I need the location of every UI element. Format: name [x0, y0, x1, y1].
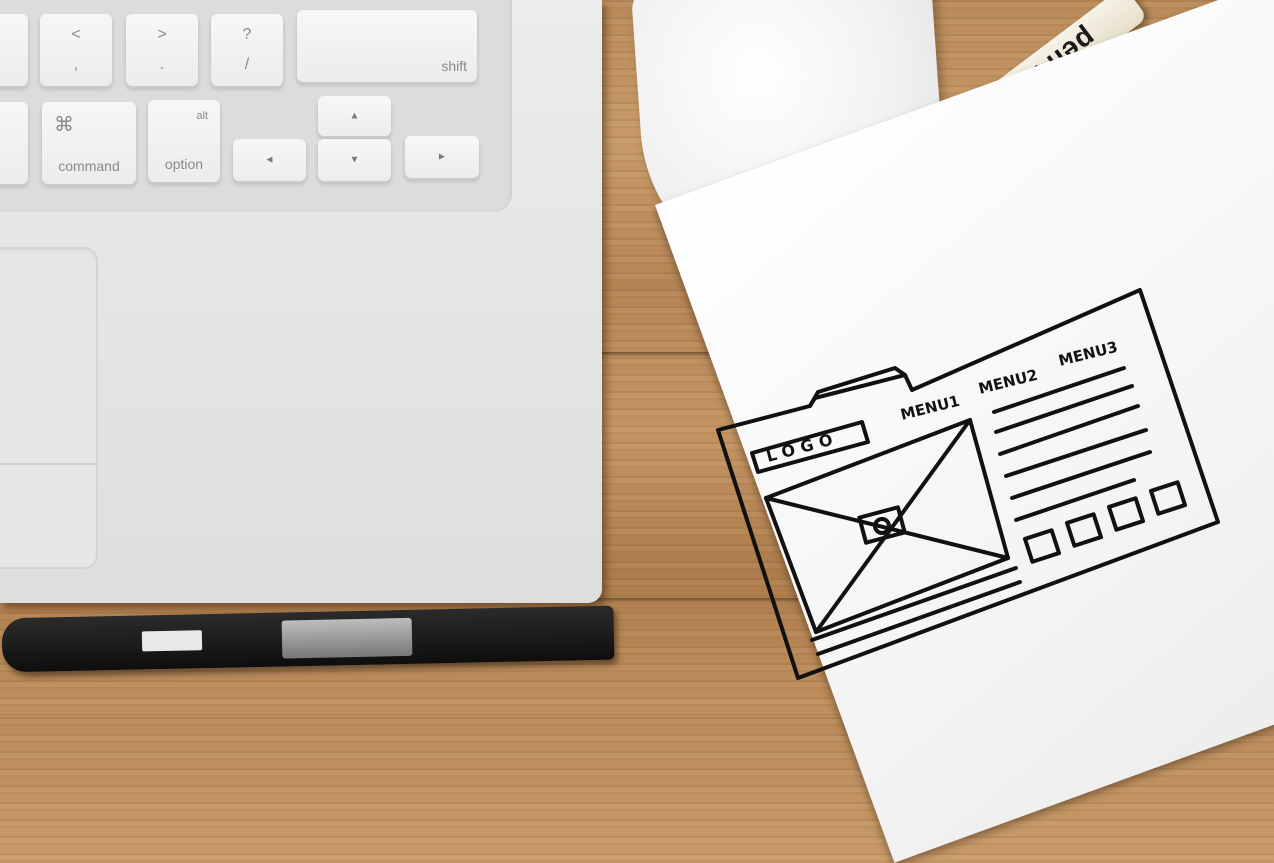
key-period-top: >: [157, 26, 167, 43]
wireframe-text-line: [1004, 428, 1148, 478]
wireframe-thumb-box: [1106, 496, 1146, 532]
trackpad-divider: [0, 463, 98, 465]
key-option-alt: alt: [196, 110, 208, 122]
key-comma-top: <: [71, 26, 81, 43]
key-comma[interactable]: < ,: [40, 14, 112, 86]
key-shift[interactable]: shift: [297, 10, 477, 82]
key-comma-bottom: ,: [73, 56, 79, 73]
key-shift-label: shift: [441, 58, 467, 74]
wireframe-text-line: [994, 384, 1134, 434]
wireframe-text-line: [1014, 478, 1136, 522]
wireframe-sketch: LOGO MENU1 MENU2 MENU3: [716, 288, 1220, 680]
wireframe-menu-1: MENU1: [899, 392, 962, 424]
key-slash-top: ?: [242, 26, 252, 43]
arrow-down-icon: ▼: [349, 154, 360, 166]
wireframe-browser-frame: [716, 288, 1220, 680]
key-command[interactable]: ⌘ command: [42, 102, 136, 184]
key-arrow-down[interactable]: ▼: [318, 139, 391, 181]
key-slash[interactable]: ? /: [211, 14, 283, 86]
wireframe-menu-2: MENU2: [977, 366, 1040, 398]
key-period[interactable]: > .: [126, 14, 198, 86]
key-option-label: option: [164, 156, 204, 172]
trackpad[interactable]: [0, 247, 98, 569]
command-icon: ⌘: [54, 114, 74, 136]
wireframe-thumb-box: [1022, 528, 1062, 564]
wireframe-caption-line: [810, 566, 1018, 642]
key-arrow-right[interactable]: ►: [405, 136, 479, 178]
wireframe-thumb-box: [1064, 512, 1104, 548]
wireframe-text-line: [998, 404, 1140, 456]
marker-silver-band: [281, 617, 413, 659]
key-partial-left-top[interactable]: [0, 14, 28, 86]
wireframe-thumb-box: [1148, 480, 1188, 516]
key-arrow-left[interactable]: ◄: [233, 139, 306, 181]
key-arrow-up[interactable]: ▲: [318, 96, 391, 136]
key-partial-left-bottom[interactable]: [0, 102, 28, 184]
marker-label-tag: [141, 630, 203, 652]
key-option[interactable]: alt option: [148, 100, 220, 182]
arrow-left-icon: ◄: [264, 154, 275, 166]
arrow-up-icon: ▲: [349, 110, 360, 122]
arrow-right-icon: ►: [437, 151, 447, 163]
key-command-label: command: [58, 158, 120, 174]
wireframe-menu-3: MENU3: [1057, 338, 1120, 370]
key-period-bottom: .: [159, 56, 165, 73]
key-slash-bottom: /: [244, 56, 250, 73]
wireframe-text-line: [1010, 450, 1152, 500]
laptop: < , > . ? / shift ⌘ command alt option ◄…: [0, 0, 602, 603]
